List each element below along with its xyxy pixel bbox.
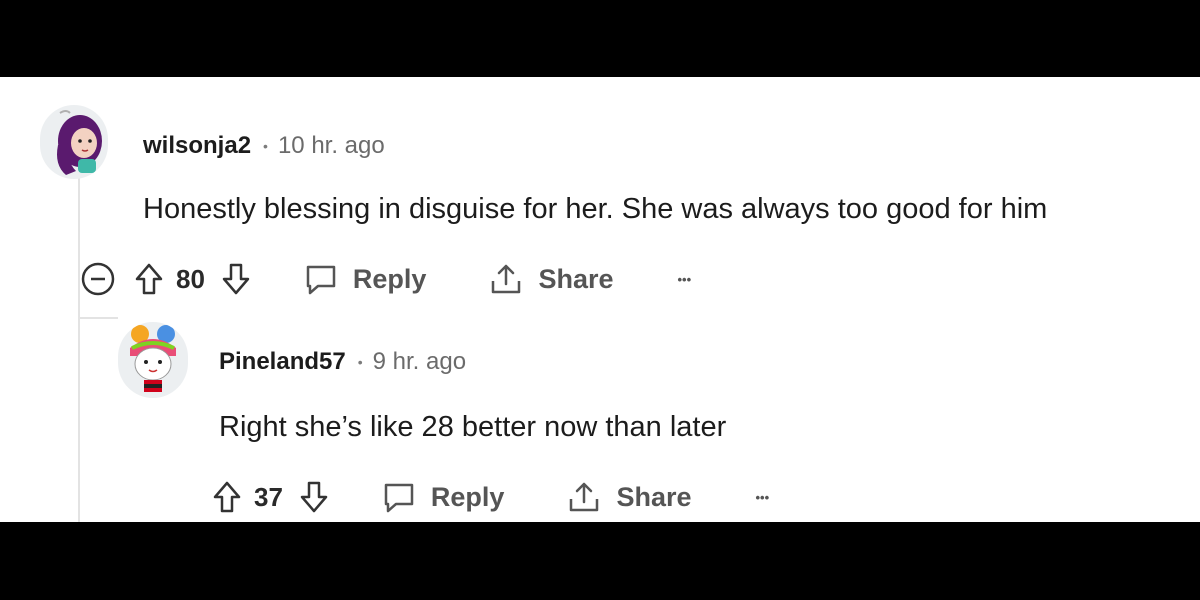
avatar[interactable] xyxy=(40,105,108,179)
share-label: Share xyxy=(616,481,692,512)
comment-body: Right she’s like 28 better now than late… xyxy=(219,411,727,443)
letterbox-bottom xyxy=(0,522,1200,600)
downvote-button[interactable] xyxy=(221,262,251,296)
reply-label: Reply xyxy=(430,481,505,512)
downvote-button[interactable] xyxy=(299,480,329,514)
more-options-button[interactable]: ••• xyxy=(678,272,692,287)
timestamp[interactable]: 9 hr. ago xyxy=(373,348,466,376)
share-icon xyxy=(570,482,599,512)
separator-dot: • xyxy=(263,138,268,154)
downvote-arrow-icon xyxy=(222,263,250,295)
username[interactable]: wilsonja2 xyxy=(143,132,251,160)
reply-bubble-icon xyxy=(384,483,414,513)
reply-bubble-icon xyxy=(306,265,336,295)
avatar[interactable] xyxy=(118,322,188,398)
comment-meta: wilsonja2 • 10 hr. ago xyxy=(143,129,385,163)
separator-dot: • xyxy=(357,354,363,370)
comment-actions: 80 Reply Share ••• xyxy=(80,257,691,301)
upvote-button[interactable] xyxy=(134,262,164,296)
thread-line-branch xyxy=(78,317,118,319)
comment-thread: wilsonja2 • 10 hr. ago Honestly blessing… xyxy=(0,77,1200,522)
share-icon xyxy=(492,264,521,294)
comment-actions: 37 Reply Share ••• xyxy=(212,475,769,519)
collapse-icon xyxy=(81,262,115,296)
username[interactable]: Pineland57 xyxy=(219,348,346,376)
collapse-button[interactable] xyxy=(80,261,116,297)
reply-label: Reply xyxy=(352,263,427,294)
comment-body: Honestly blessing in disguise for her. S… xyxy=(143,193,1048,225)
more-options-button[interactable]: ••• xyxy=(756,490,770,505)
letterbox-top xyxy=(0,0,1200,77)
upvote-arrow-icon xyxy=(135,263,163,295)
rainbow-hair-avatar-icon xyxy=(119,325,187,396)
share-button[interactable]: Share xyxy=(488,261,614,297)
reply-button[interactable]: Reply xyxy=(303,261,427,297)
vote-count: 37 xyxy=(254,481,283,512)
vote-count: 80 xyxy=(176,263,205,294)
share-button[interactable]: Share xyxy=(566,479,692,515)
comment-meta: Pineland57 • 9 hr. ago xyxy=(219,345,466,379)
downvote-arrow-icon xyxy=(300,481,328,513)
reply-button[interactable]: Reply xyxy=(381,479,505,515)
purple-hair-avatar-icon xyxy=(41,110,107,178)
thread-line xyxy=(78,177,80,522)
upvote-arrow-icon xyxy=(213,481,241,513)
upvote-button[interactable] xyxy=(212,480,242,514)
share-label: Share xyxy=(538,263,614,294)
timestamp[interactable]: 10 hr. ago xyxy=(278,132,385,160)
